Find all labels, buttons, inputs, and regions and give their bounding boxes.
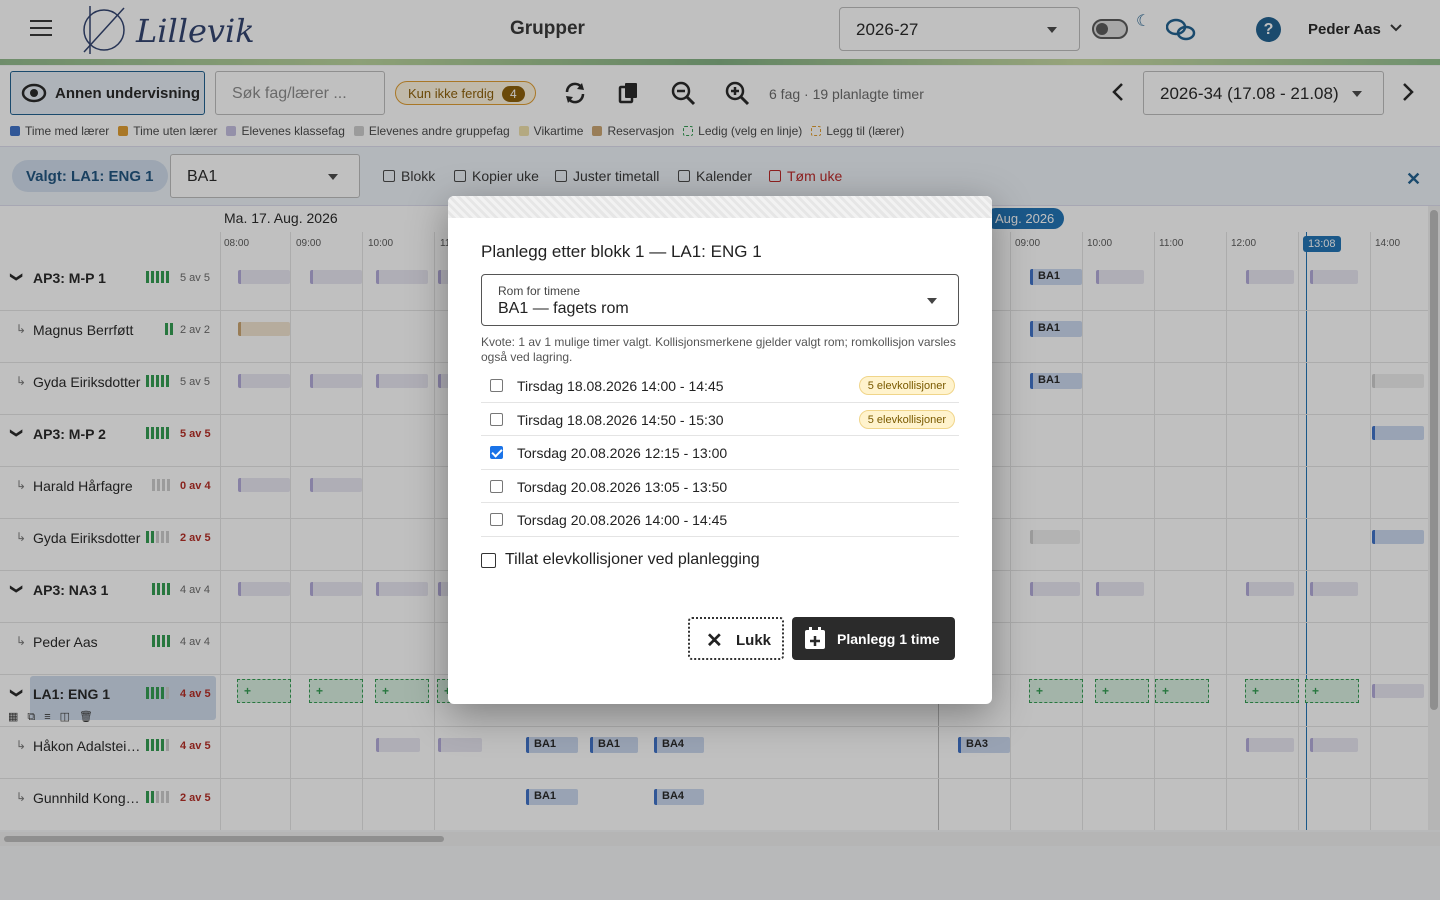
- close-icon: ✕: [706, 630, 723, 652]
- dialog-decoration: [448, 196, 992, 218]
- checkbox[interactable]: [490, 446, 503, 459]
- checkbox[interactable]: [490, 479, 503, 493]
- room-select-label: Rom for timene: [498, 284, 581, 298]
- plan-lesson-button[interactable]: Planlegg 1 time: [792, 617, 955, 660]
- room-for-lessons-select[interactable]: Rom for timene BA1 — fagets rom: [481, 274, 959, 326]
- allow-collisions-label: Tillat elevkollisjoner ved planlegging: [505, 551, 760, 568]
- plan-lesson-label: Planlegg 1 time: [837, 631, 940, 647]
- time-option[interactable]: Torsdag 20.08.2026 14:00 - 14:45: [481, 503, 959, 537]
- time-option[interactable]: Torsdag 20.08.2026 12:15 - 13:00: [481, 436, 959, 470]
- time-options-list: Tirsdag 18.08.2026 14:00 - 14:45 5 elevko…: [481, 369, 959, 537]
- time-option-label: Torsdag 20.08.2026 13:05 - 13:50: [517, 478, 728, 495]
- checkbox[interactable]: [481, 552, 496, 568]
- close-button-label: Lukk: [736, 632, 772, 649]
- time-option[interactable]: Tirsdag 18.08.2026 14:00 - 14:45 5 elevko…: [481, 369, 959, 403]
- allow-collisions-checkbox[interactable]: Tillat elevkollisjoner ved planlegging: [481, 551, 760, 569]
- calendar-plus-icon: [805, 627, 825, 649]
- time-option[interactable]: Torsdag 20.08.2026 13:05 - 13:50: [481, 470, 959, 503]
- dialog-title: Planlegg etter blokk 1 — LA1: ENG 1: [481, 242, 762, 261]
- close-button[interactable]: ✕ Lukk: [688, 617, 784, 660]
- checkbox[interactable]: [490, 379, 503, 392]
- plan-block-dialog: Planlegg etter blokk 1 — LA1: ENG 1 Rom …: [448, 196, 992, 704]
- time-option-label: Tirsdag 18.08.2026 14:00 - 14:45: [517, 378, 724, 394]
- time-option-label: Torsdag 20.08.2026 12:15 - 13:00: [517, 445, 728, 461]
- checkbox[interactable]: [490, 412, 503, 426]
- checkbox[interactable]: [490, 513, 503, 526]
- collision-badge: 5 elevkollisjoner: [858, 409, 955, 429]
- time-option[interactable]: Tirsdag 18.08.2026 14:50 - 15:30 5 elevko…: [481, 403, 959, 436]
- room-select-value: BA1 — fagets rom: [498, 300, 629, 317]
- quota-info: Kvote: 1 av 1 mulige timer valgt. Kollis…: [481, 335, 956, 364]
- chevron-down-icon: [927, 298, 937, 304]
- time-option-label: Tirsdag 18.08.2026 14:50 - 15:30: [517, 411, 724, 428]
- collision-badge: 5 elevkollisjoner: [858, 376, 955, 395]
- time-option-label: Torsdag 20.08.2026 14:00 - 14:45: [517, 512, 728, 528]
